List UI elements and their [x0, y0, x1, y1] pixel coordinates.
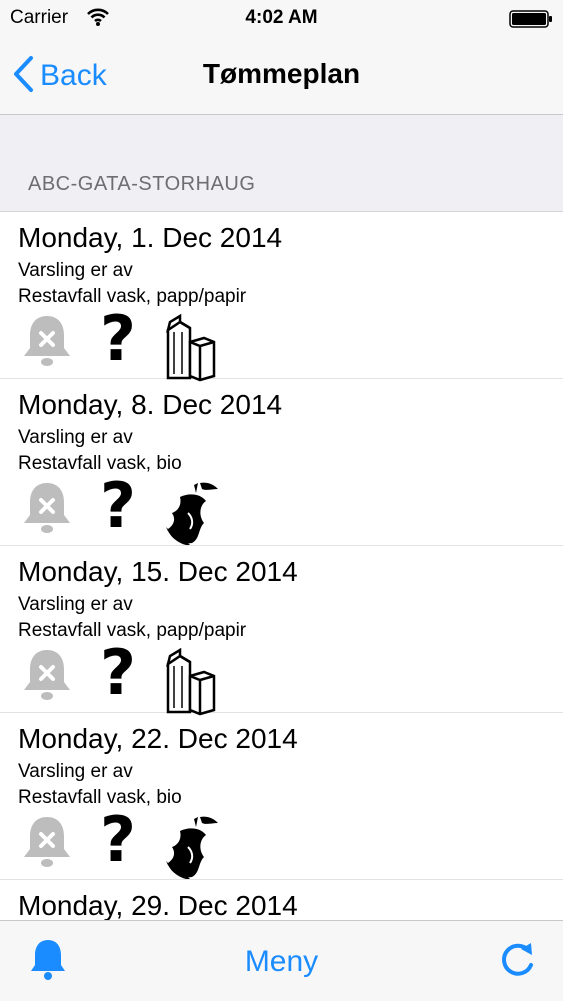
- list-item[interactable]: Monday, 8. Dec 2014 Varsling er av Restavf…: [0, 379, 563, 546]
- refresh-icon[interactable]: [497, 939, 537, 984]
- tab-bar: Meny: [0, 920, 563, 1001]
- question-mark-icon[interactable]: ?: [100, 809, 136, 871]
- list-item[interactable]: Monday, 15. Dec 2014 Varsling er av Restav…: [0, 546, 563, 716]
- apple-core-icon: [160, 813, 224, 888]
- bell-muted-icon[interactable]: [20, 312, 74, 375]
- paper-carton-icon: [160, 646, 220, 721]
- notification-status: Varsling er av: [18, 761, 133, 782]
- status-bar: Carrier 4:02 AM: [0, 0, 563, 38]
- collection-date: Monday, 8. Dec 2014: [18, 389, 283, 420]
- question-mark-icon[interactable]: ?: [100, 308, 136, 370]
- bell-muted-icon[interactable]: [20, 646, 74, 709]
- bell-muted-icon[interactable]: [20, 479, 74, 542]
- notification-status: Varsling er av: [18, 594, 133, 615]
- paper-carton-icon: [160, 312, 220, 387]
- clock: 4:02 AM: [245, 7, 318, 28]
- collection-date: Monday, 22. Dec 2014: [18, 723, 298, 754]
- apple-core-icon: [160, 479, 224, 554]
- menu-button[interactable]: Meny: [0, 945, 563, 979]
- page-title: Tømmeplan: [202, 58, 361, 89]
- schedule-list[interactable]: Monday, 1. Dec 2014 Varsling er av Restavf…: [0, 212, 563, 920]
- list-item[interactable]: Monday, 29. Dec 2014: [0, 880, 563, 920]
- section-label: ABC-GATA-STORHAUG: [28, 173, 256, 195]
- battery-icon: [509, 10, 553, 33]
- section-header: ABC-GATA-STORHAUG: [0, 115, 563, 212]
- navigation-bar: Back Tømmeplan: [0, 38, 563, 115]
- collection-date: Monday, 1. Dec 2014: [18, 222, 283, 253]
- question-mark-icon[interactable]: ?: [100, 642, 136, 704]
- question-mark-icon[interactable]: ?: [100, 475, 136, 537]
- list-item[interactable]: Monday, 1. Dec 2014 Varsling er av Restavf…: [0, 212, 563, 382]
- collection-date: Monday, 29. Dec 2014: [18, 890, 298, 920]
- list-item[interactable]: Monday, 22. Dec 2014 Varsling er av Restav…: [0, 713, 563, 880]
- collection-date: Monday, 15. Dec 2014: [18, 556, 298, 587]
- notification-status: Varsling er av: [18, 427, 133, 448]
- bell-muted-icon[interactable]: [20, 813, 74, 876]
- notification-status: Varsling er av: [18, 260, 133, 281]
